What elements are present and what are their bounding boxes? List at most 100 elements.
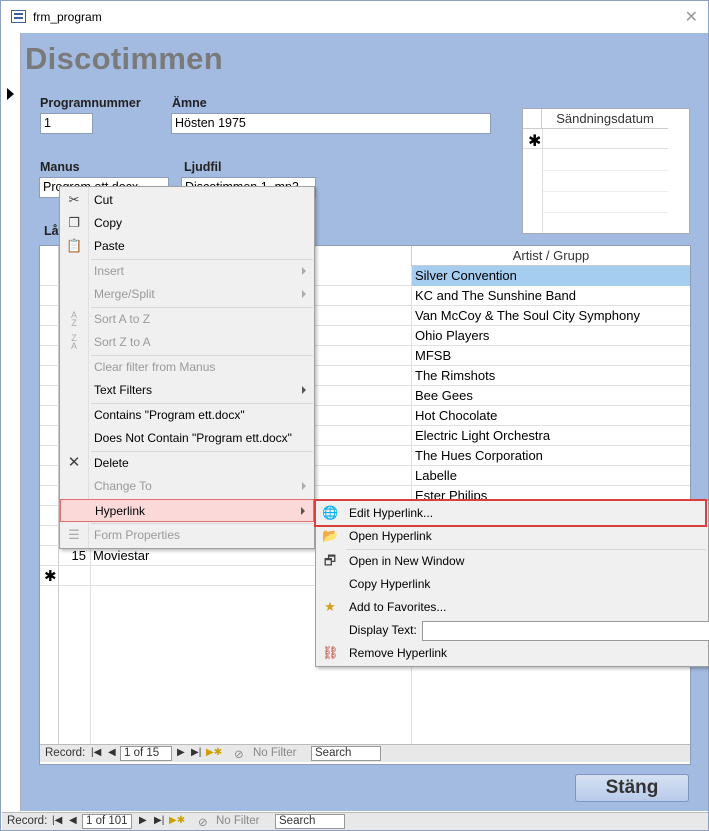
menu-item-hyperlink[interactable]: Hyperlink xyxy=(60,499,314,522)
scissors-icon: ✂ xyxy=(68,192,80,207)
open-folder-icon: 📂 xyxy=(322,528,339,543)
search-input[interactable]: Search xyxy=(311,746,381,761)
amne-field[interactable]: Hösten 1975 xyxy=(171,113,491,134)
next-record-icon[interactable]: ▶ xyxy=(177,747,185,758)
artist-cell[interactable]: KC and The Sunshine Band xyxy=(411,286,690,306)
submenu-arrow-icon xyxy=(302,386,306,394)
stang-button[interactable]: Stäng xyxy=(575,774,689,802)
last-record-icon[interactable]: ▶| xyxy=(154,815,164,826)
sort-ascending-icon: AZ xyxy=(70,310,77,328)
first-record-icon[interactable]: |◀ xyxy=(52,815,62,826)
window-title: frm_program xyxy=(33,10,102,24)
divider xyxy=(90,546,91,746)
next-record-icon[interactable]: ▶ xyxy=(139,815,147,826)
menu-item-sort-z-a[interactable]: ZA Sort Z to A xyxy=(60,331,314,354)
highlight-annotation-frame xyxy=(314,499,707,527)
form-title: Discotimmen xyxy=(25,41,223,76)
artist-cell[interactable]: Electric Light Orchestra xyxy=(411,426,690,446)
new-record-icon: ✱ xyxy=(44,568,57,585)
artist-cell[interactable]: Ohio Players xyxy=(411,326,690,346)
filter-status[interactable]: No Filter xyxy=(216,815,259,827)
context-menu: ✂ Cut ❐ Copy 📋 Paste Insert Merge/Split … xyxy=(59,186,315,549)
previous-record-icon[interactable]: ◀ xyxy=(108,747,116,758)
artist-cell[interactable]: Van McCoy & The Soul City Symphony xyxy=(411,306,690,326)
form-icon xyxy=(11,10,26,23)
menu-item-copy[interactable]: ❐ Copy xyxy=(60,212,314,235)
artist-cell[interactable]: Hot Chocolate xyxy=(411,406,690,426)
clipboard-icon: 📋 xyxy=(66,238,83,253)
form-header: Discotimmen xyxy=(21,33,708,89)
menu-item-contains[interactable]: Contains "Program ett.docx" xyxy=(60,404,314,427)
artist-cell[interactable]: MFSB xyxy=(411,346,690,366)
filter-status[interactable]: No Filter xyxy=(253,747,296,759)
new-record-icon: ✱ xyxy=(528,133,542,150)
last-record-icon[interactable]: ▶| xyxy=(191,747,201,758)
menu-item-copy-hyperlink[interactable]: Copy Hyperlink xyxy=(316,573,708,596)
submenu-arrow-icon xyxy=(302,290,306,298)
menu-item-insert[interactable]: Insert xyxy=(60,260,314,283)
sort-descending-icon: ZA xyxy=(70,333,77,351)
programnummer-label: Programnummer xyxy=(40,96,141,110)
menu-item-display-text: Display Text: xyxy=(316,619,709,642)
record-selector[interactable] xyxy=(2,33,21,811)
menu-item-paste[interactable]: 📋 Paste xyxy=(60,235,314,258)
sandningsdatum-column-header[interactable]: Sändningsdatum xyxy=(542,111,668,126)
submenu-arrow-icon xyxy=(301,507,305,515)
new-window-icon: 🗗 xyxy=(323,553,337,568)
sandningsdatum-header-row: Sändningsdatum xyxy=(523,109,668,129)
artist-cell[interactable]: The Rimshots xyxy=(411,366,690,386)
song-title-cell[interactable]: Moviestar xyxy=(93,548,149,563)
select-all-cell[interactable] xyxy=(523,109,542,129)
menu-item-sort-a-z[interactable]: AZ Sort A to Z xyxy=(60,308,314,331)
first-record-icon[interactable]: |◀ xyxy=(91,747,101,758)
properties-sheet-icon: ☰ xyxy=(68,527,80,542)
new-record-nav-icon[interactable]: ▶✱ xyxy=(206,747,222,758)
current-record-arrow-icon xyxy=(7,88,14,100)
menu-item-change-to[interactable]: Change To xyxy=(60,475,314,498)
new-record-nav-icon[interactable]: ▶✱ xyxy=(169,815,185,826)
ljudfil-label: Ljudfil xyxy=(184,160,222,174)
favorites-star-icon: ★ xyxy=(324,599,336,614)
menu-item-form-properties[interactable]: ☰ Form Properties xyxy=(60,524,314,547)
menu-item-open-hyperlink[interactable]: 📂 Open Hyperlink xyxy=(316,525,708,548)
filter-icon: ⊘ xyxy=(198,817,208,829)
title-bar: frm_program ✕ xyxy=(1,1,708,33)
form-navigation-bar: Record: |◀ ◀ 1 of 101 ▶ ▶| ▶✱ ⊘ No Filte… xyxy=(2,812,708,830)
subform-navigation-bar: Record: |◀ ◀ 1 of 15 ▶ ▶| ▶✱ ⊘ No Filter… xyxy=(40,744,690,762)
artist-cell[interactable]: Labelle xyxy=(411,466,690,486)
menu-item-open-new-window[interactable]: 🗗 Open in New Window xyxy=(316,550,708,573)
new-record-row[interactable]: ✱ xyxy=(523,129,668,150)
manus-label: Manus xyxy=(40,160,80,174)
artist-cell[interactable]: The Hues Corporation xyxy=(411,446,690,466)
menu-item-delete[interactable]: ✕ Delete xyxy=(60,452,314,475)
previous-record-icon[interactable]: ◀ xyxy=(69,815,77,826)
submenu-arrow-icon xyxy=(302,482,306,490)
divider xyxy=(543,191,668,192)
divider xyxy=(543,212,668,213)
menu-item-add-to-favorites[interactable]: ★ Add to Favorites... xyxy=(316,596,708,619)
menu-item-merge-split[interactable]: Merge/Split xyxy=(60,283,314,306)
sandningsdatum-subform[interactable]: Sändningsdatum ✱ xyxy=(522,108,690,234)
menu-item-clear-filter[interactable]: Clear filter from Manus xyxy=(60,356,314,379)
menu-item-remove-hyperlink[interactable]: ⛓ Remove Hyperlink xyxy=(316,642,708,665)
amne-label: Ämne xyxy=(172,96,207,110)
delete-x-icon: ✕ xyxy=(67,454,81,471)
artist-column-header[interactable]: Artist / Grupp xyxy=(411,246,690,266)
record-label: Record: xyxy=(7,815,48,827)
record-position-input[interactable]: 1 of 101 xyxy=(82,814,132,829)
record-position-input[interactable]: 1 of 15 xyxy=(120,746,172,761)
submenu-arrow-icon xyxy=(302,267,306,275)
copy-icon: ❐ xyxy=(68,215,80,230)
menu-item-cut[interactable]: ✂ Cut xyxy=(60,189,314,212)
display-text-input[interactable] xyxy=(422,621,709,641)
menu-item-does-not-contain[interactable]: Does Not Contain "Program ett.docx" xyxy=(60,427,314,450)
search-input[interactable]: Search xyxy=(275,814,345,829)
programnummer-field[interactable]: 1 xyxy=(40,113,93,134)
close-icon[interactable]: ✕ xyxy=(685,7,698,27)
artist-cell[interactable]: Silver Convention xyxy=(411,266,690,286)
artist-cell[interactable]: Bee Gees xyxy=(411,386,690,406)
filter-icon: ⊘ xyxy=(234,749,244,761)
record-label: Record: xyxy=(45,747,86,759)
menu-item-text-filters[interactable]: Text Filters xyxy=(60,379,314,402)
song-number-cell[interactable]: 15 xyxy=(62,548,86,563)
